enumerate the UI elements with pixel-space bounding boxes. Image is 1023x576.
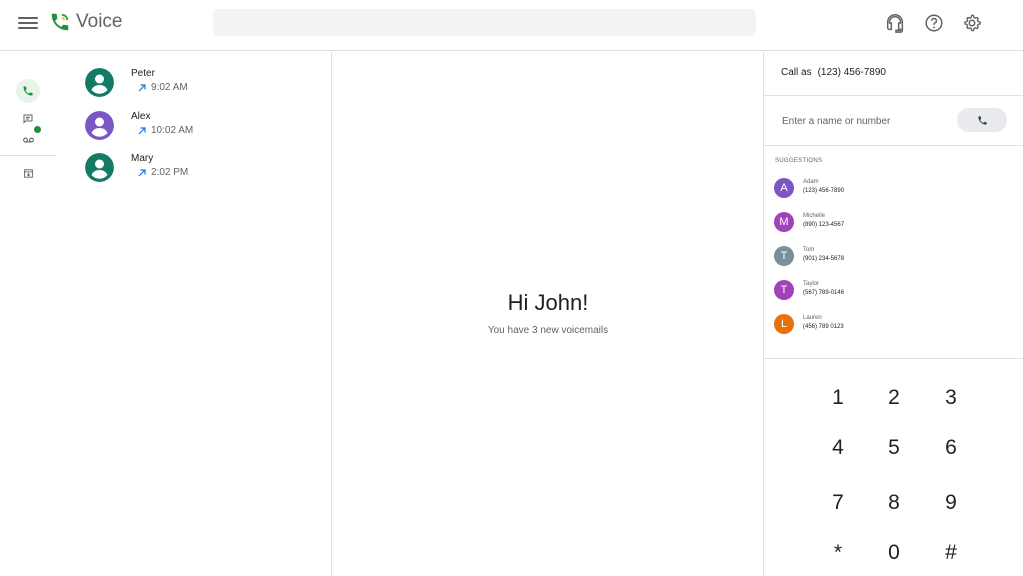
- contact-name: Mary: [131, 153, 154, 164]
- nav-voicemail[interactable]: [16, 126, 41, 151]
- suggestion-avatar: T: [774, 280, 794, 300]
- voicemail-summary: You have 3 new voicemails: [487, 325, 609, 336]
- main-menu-icon[interactable]: [18, 14, 38, 34]
- call-item-peter[interactable]: Peter 9:02 AM: [85, 68, 315, 102]
- outgoing-call-icon: [138, 84, 146, 92]
- person-icon: [85, 153, 114, 182]
- divider: [764, 95, 1023, 96]
- call-item-mary[interactable]: Mary 2:02 PM: [85, 153, 315, 187]
- suggestion-phone: (567) 789-0146: [803, 290, 845, 296]
- suggestion-phone: (123) 456-7890: [803, 188, 845, 194]
- dialpad-key-7[interactable]: 7: [818, 483, 858, 523]
- dialpad-key-3[interactable]: 3: [931, 378, 971, 418]
- suggestion-name: Adam: [803, 179, 819, 185]
- call-time: 10:02 AM: [151, 125, 194, 136]
- call-time: 2:02 PM: [151, 167, 189, 178]
- suggestion-phone: (901) 234-5678: [803, 256, 845, 262]
- voice-logo-icon: [51, 13, 69, 31]
- call-history-list: Peter 9:02 AM Alex 10:02 AM Mary 2:02 PM: [56, 52, 332, 576]
- dialpad-key-2[interactable]: 2: [874, 378, 914, 418]
- dialpad-key-hash[interactable]: #: [931, 533, 971, 573]
- outgoing-call-icon: [138, 127, 146, 135]
- phone-icon: [23, 86, 33, 96]
- suggestion-name: Taylor: [803, 281, 820, 287]
- call-item-alex[interactable]: Alex 10:02 AM: [85, 111, 315, 145]
- person-icon: [85, 68, 114, 97]
- suggestion-avatar: T: [774, 246, 794, 266]
- main-content: Hi John! You have 3 new voicemails: [333, 52, 763, 576]
- suggestion-item[interactable]: T Tom (901) 234-5678: [774, 246, 974, 270]
- dialer-panel: Call as (123) 456-7890 SUGGESTIONS A Adam…: [763, 52, 1023, 576]
- voicemail-badge: [34, 126, 41, 133]
- suggestion-name: Tom: [803, 247, 815, 253]
- phone-icon: [977, 115, 987, 125]
- message-icon: [23, 114, 33, 124]
- divider: [764, 358, 1023, 359]
- suggestion-phone: (890) 123-4567: [803, 222, 845, 228]
- suggestion-name: Lauren: [803, 315, 822, 321]
- dialpad-key-8[interactable]: 8: [874, 483, 914, 523]
- search-input[interactable]: [213, 9, 756, 36]
- dialpad-key-5[interactable]: 5: [874, 428, 914, 468]
- suggestion-avatar: M: [774, 212, 794, 232]
- suggestion-name: Michelle: [803, 213, 826, 219]
- help-icon[interactable]: [923, 12, 945, 34]
- suggestion-phone: (456) 789 0123: [803, 324, 844, 330]
- voicemail-icon: [22, 137, 34, 142]
- suggestions-title: SUGGESTIONS: [775, 158, 823, 164]
- headset-icon[interactable]: [884, 12, 906, 34]
- contact-avatar: [85, 111, 114, 140]
- person-icon: [85, 111, 114, 140]
- dialpad-key-6[interactable]: 6: [931, 428, 971, 468]
- dial-call-button[interactable]: [957, 108, 1007, 132]
- divider: [764, 145, 1023, 146]
- contact-name: Alex: [131, 111, 151, 122]
- settings-icon[interactable]: [961, 12, 983, 34]
- suggestion-item[interactable]: M Michelle (890) 123-4567: [774, 212, 974, 236]
- dialpad-key-0[interactable]: 0: [874, 533, 914, 573]
- app-header: Voice: [0, 0, 1023, 51]
- call-as-number: (123) 456-7890: [817, 67, 886, 78]
- greeting-title: Hi John!: [507, 290, 589, 315]
- suggestion-avatar: L: [774, 314, 794, 334]
- dialpad-key-9[interactable]: 9: [931, 483, 971, 523]
- call-as-selector[interactable]: Call as (123) 456-7890: [781, 67, 886, 78]
- contact-name: Peter: [131, 68, 155, 79]
- suggestion-item[interactable]: T Taylor (567) 789-0146: [774, 280, 974, 304]
- nav-archive[interactable]: [16, 161, 40, 185]
- archive-icon: [23, 168, 33, 178]
- contact-avatar: [85, 68, 114, 97]
- outgoing-call-icon: [138, 169, 146, 177]
- rail-divider: [0, 155, 56, 156]
- dialpad-key-1[interactable]: 1: [818, 378, 858, 418]
- contact-avatar: [85, 153, 114, 182]
- navigation-rail: [0, 52, 56, 576]
- suggestion-item[interactable]: L Lauren (456) 789 0123: [774, 314, 974, 338]
- app-title: Voice: [76, 11, 123, 32]
- dialpad-key-star[interactable]: *: [818, 533, 858, 573]
- call-time: 9:02 AM: [151, 82, 188, 93]
- nav-calls[interactable]: [16, 79, 40, 103]
- suggestion-avatar: A: [774, 178, 794, 198]
- dial-input[interactable]: [780, 110, 954, 132]
- dialpad-key-4[interactable]: 4: [818, 428, 858, 468]
- call-as-label: Call as: [781, 67, 812, 78]
- suggestion-item[interactable]: A Adam (123) 456-7890: [774, 178, 974, 202]
